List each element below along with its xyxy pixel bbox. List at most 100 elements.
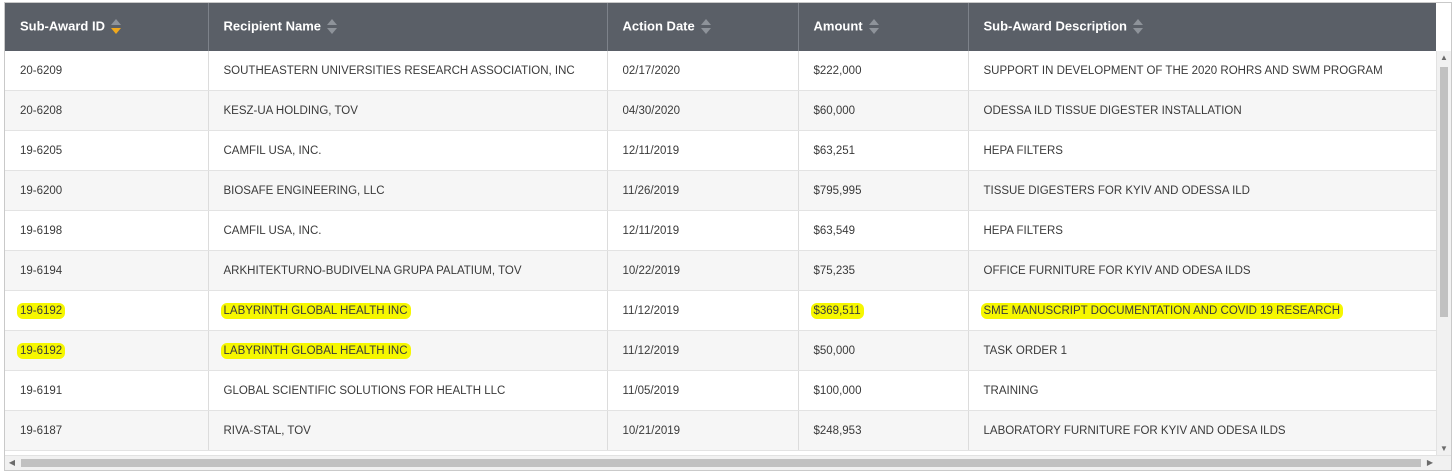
recipient-name-cell[interactable]: RIVA-STAL, TOV	[208, 410, 608, 451]
cell-text: $248,953	[813, 424, 862, 437]
subaward-table: Sub-Award ID Recipient Name Action Date Amo…	[5, 3, 1436, 451]
sort-ascending-icon[interactable]	[327, 19, 338, 25]
sub-award-id-cell[interactable]: 19-6198	[5, 210, 209, 251]
scroll-right-arrow-icon[interactable]: ▶	[1423, 456, 1437, 470]
description-cell: TASK ORDER 1	[968, 330, 1436, 371]
recipient-name-cell[interactable]: GLOBAL SCIENTIFIC SOLUTIONS FOR HEALTH L…	[208, 370, 608, 411]
highlighted-text: 19-6192	[17, 302, 66, 319]
table-row[interactable]: 19-6192 LABYRINTH GLOBAL HEALTH INC 11/12/…	[5, 330, 1436, 371]
action-date-cell: 11/12/2019	[607, 290, 799, 331]
action-date-cell: 12/11/2019	[607, 130, 799, 171]
column-header-recipient-name[interactable]: Recipient Name	[208, 3, 608, 51]
sub-award-id-cell[interactable]: 20-6208	[5, 90, 209, 131]
vertical-scroll-thumb[interactable]	[1440, 67, 1448, 317]
table-row[interactable]: 19-6194 ARKHITEKTURNO-BUDIVELNA GRUPA PAL…	[5, 250, 1436, 291]
sort-arrows-icon[interactable]	[327, 18, 338, 36]
action-date-cell: 10/22/2019	[607, 250, 799, 291]
sort-arrows-icon[interactable]	[700, 18, 711, 36]
cell-text: CAMFIL USA, INC.	[223, 224, 322, 237]
amount-cell: $795,995	[798, 170, 969, 211]
table-row[interactable]: 19-6191 GLOBAL SCIENTIFIC SOLUTIONS FOR H…	[5, 370, 1436, 411]
action-date-cell: 02/17/2020	[607, 51, 799, 91]
sort-ascending-icon[interactable]	[868, 19, 879, 25]
action-date-cell: 10/21/2019	[607, 410, 799, 451]
sort-descending-icon[interactable]	[700, 28, 711, 34]
table-row[interactable]: 20-6209 SOUTHEASTERN UNIVERSITIES RESEARC…	[5, 51, 1436, 91]
recipient-name-cell[interactable]: KESZ-UA HOLDING, TOV	[208, 90, 608, 131]
sub-award-id-cell[interactable]: 19-6194	[5, 250, 209, 291]
cell-text: 02/17/2020	[622, 64, 681, 77]
sort-ascending-icon[interactable]	[111, 19, 121, 25]
sort-ascending-icon[interactable]	[1133, 19, 1144, 25]
sort-descending-icon[interactable]	[111, 28, 121, 34]
table-body: 20-6209 SOUTHEASTERN UNIVERSITIES RESEARC…	[5, 51, 1436, 451]
cell-text: SUPPORT IN DEVELOPMENT OF THE 2020 ROHRS…	[983, 64, 1383, 77]
amount-cell: $63,549	[798, 210, 969, 251]
horizontal-scroll-thumb[interactable]	[21, 459, 1421, 467]
sub-award-id-cell[interactable]: 19-6192	[5, 330, 209, 371]
amount-cell: $50,000	[798, 330, 969, 371]
cell-text: GLOBAL SCIENTIFIC SOLUTIONS FOR HEALTH L…	[223, 384, 506, 397]
description-cell: OFFICE FURNITURE FOR KYIV AND ODESA ILDS	[968, 250, 1436, 291]
cell-text: HEPA FILTERS	[983, 224, 1063, 237]
table-row[interactable]: 19-6192 LABYRINTH GLOBAL HEALTH INC 11/12/…	[5, 290, 1436, 331]
column-header-amount[interactable]: Amount	[798, 3, 969, 51]
description-cell: HEPA FILTERS	[968, 210, 1436, 251]
cell-text: $75,235	[813, 264, 856, 277]
recipient-name-cell[interactable]: CAMFIL USA, INC.	[208, 210, 608, 251]
cell-text: $795,995	[813, 184, 862, 197]
column-header-sub-award-description[interactable]: Sub-Award Description	[968, 3, 1436, 51]
recipient-name-cell[interactable]: CAMFIL USA, INC.	[208, 130, 608, 171]
amount-cell: $75,235	[798, 250, 969, 291]
sub-award-id-cell[interactable]: 19-6200	[5, 170, 209, 211]
scroll-down-arrow-icon[interactable]: ▼	[1437, 442, 1451, 456]
table-row[interactable]: 19-6205 CAMFIL USA, INC. 12/11/2019 $63,251…	[5, 130, 1436, 171]
scroll-up-arrow-icon[interactable]: ▲	[1437, 51, 1451, 65]
column-header-sub-award-id[interactable]: Sub-Award ID	[5, 3, 209, 51]
scroll-left-arrow-icon[interactable]: ◀	[5, 456, 19, 470]
sort-arrows-icon[interactable]	[1133, 18, 1144, 36]
sort-descending-icon[interactable]	[1133, 28, 1144, 34]
amount-cell: $369,511	[798, 290, 969, 331]
vertical-scrollbar[interactable]: ▲ ▼	[1436, 51, 1451, 456]
recipient-name-cell[interactable]: LABYRINTH GLOBAL HEALTH INC	[208, 330, 608, 371]
cell-text: 10/21/2019	[622, 424, 681, 437]
horizontal-scrollbar[interactable]: ◀ ▶	[5, 455, 1451, 470]
cell-text: $100,000	[813, 384, 862, 397]
cell-text: 19-6187	[20, 424, 63, 437]
sort-arrows-icon[interactable]	[868, 18, 879, 36]
cell-text: TRAINING	[983, 384, 1039, 397]
table-row[interactable]: 19-6187 RIVA-STAL, TOV 10/21/2019 $248,953 L…	[5, 410, 1436, 451]
highlighted-text: $369,511	[810, 302, 864, 319]
description-cell: LABORATORY FURNITURE FOR KYIV AND ODESA …	[968, 410, 1436, 451]
description-cell: ODESSA ILD TISSUE DIGESTER INSTALLATION	[968, 90, 1436, 131]
cell-text: ARKHITEKTURNO-BUDIVELNA GRUPA PALATIUM, …	[223, 264, 522, 277]
cell-text: 11/12/2019	[622, 304, 680, 317]
description-cell: SME MANUSCRIPT DOCUMENTATION AND COVID 1…	[968, 290, 1436, 331]
recipient-name-cell[interactable]: BIOSAFE ENGINEERING, LLC	[208, 170, 608, 211]
action-date-cell: 12/11/2019	[607, 210, 799, 251]
recipient-name-cell[interactable]: SOUTHEASTERN UNIVERSITIES RESEARCH ASSOC…	[208, 51, 608, 91]
sort-descending-icon[interactable]	[868, 28, 879, 34]
sub-award-id-cell[interactable]: 20-6209	[5, 51, 209, 91]
table-header: Sub-Award ID Recipient Name Action Date Amo…	[5, 3, 1436, 51]
sort-arrows-icon[interactable]	[111, 18, 121, 36]
table-row[interactable]: 19-6200 BIOSAFE ENGINEERING, LLC 11/26/201…	[5, 170, 1436, 211]
recipient-name-cell[interactable]: ARKHITEKTURNO-BUDIVELNA GRUPA PALATIUM, …	[208, 250, 608, 291]
column-header-action-date[interactable]: Action Date	[607, 3, 799, 51]
sub-award-id-cell[interactable]: 19-6187	[5, 410, 209, 451]
sub-award-id-cell[interactable]: 19-6205	[5, 130, 209, 171]
sort-descending-icon[interactable]	[327, 28, 338, 34]
table-row[interactable]: 20-6208 KESZ-UA HOLDING, TOV 04/30/2020 $60…	[5, 90, 1436, 131]
sub-award-id-cell[interactable]: 19-6192	[5, 290, 209, 331]
cell-text: 19-6205	[20, 144, 63, 157]
cell-text: KESZ-UA HOLDING, TOV	[223, 104, 358, 117]
sort-ascending-icon[interactable]	[700, 19, 711, 25]
recipient-name-cell[interactable]: LABYRINTH GLOBAL HEALTH INC	[208, 290, 608, 331]
action-date-cell: 11/05/2019	[607, 370, 799, 411]
cell-text: 04/30/2020	[622, 104, 681, 117]
highlighted-text: LABYRINTH GLOBAL HEALTH INC	[220, 302, 411, 319]
table-row[interactable]: 19-6198 CAMFIL USA, INC. 12/11/2019 $63,549…	[5, 210, 1436, 251]
cell-text: $63,251	[813, 144, 856, 157]
sub-award-id-cell[interactable]: 19-6191	[5, 370, 209, 411]
